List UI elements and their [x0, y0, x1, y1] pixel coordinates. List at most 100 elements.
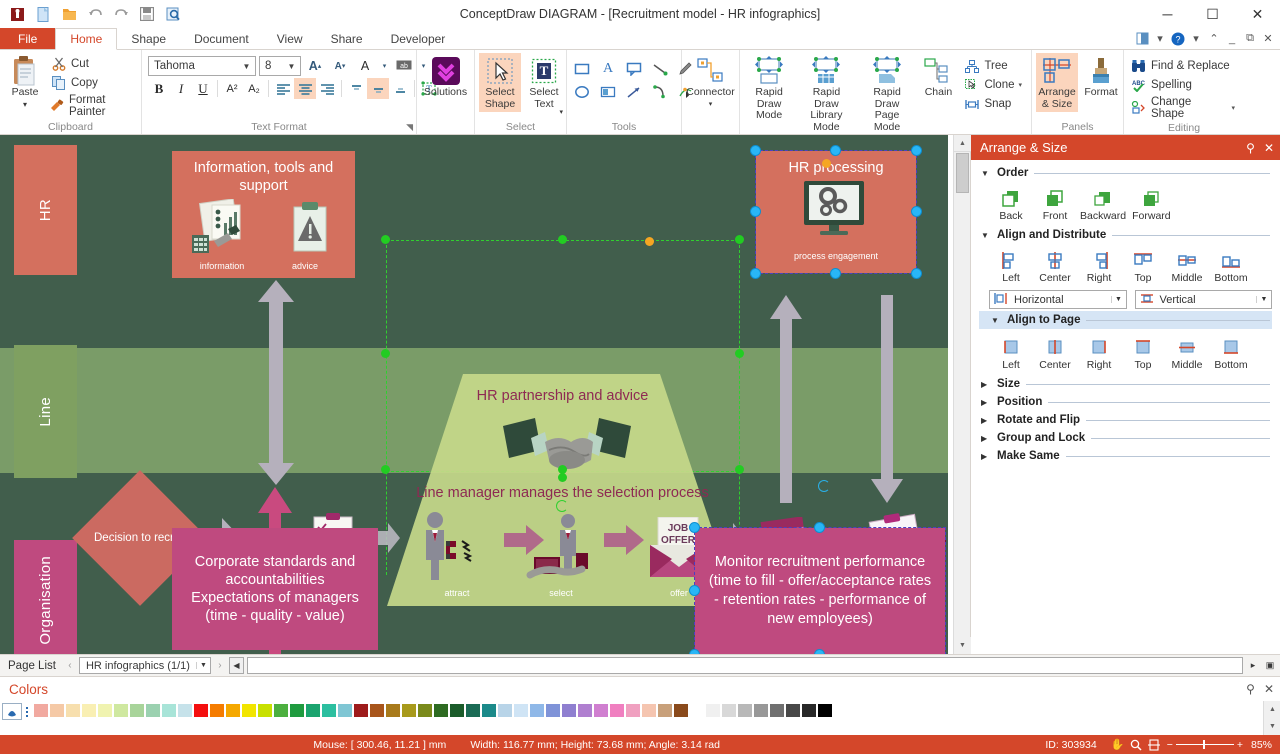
tab-home[interactable]: Home [55, 28, 118, 50]
rapid-draw-page-button[interactable]: Rapid Draw Page Mode [859, 53, 916, 135]
order-front-button[interactable]: Front [1033, 186, 1077, 224]
tree-button[interactable]: Tree [961, 57, 1027, 75]
align-right-button[interactable]: Right [1077, 248, 1121, 286]
zoom-out-button[interactable]: − [1167, 739, 1176, 751]
section-align-distribute[interactable]: ▼ Align and Distribute [979, 226, 1272, 244]
color-swatch[interactable] [417, 703, 433, 718]
page-overview-icon[interactable]: ▣ [1263, 657, 1277, 674]
selection-handle[interactable] [689, 522, 700, 533]
preview-icon[interactable] [162, 3, 184, 25]
section-make-same[interactable]: ▶ Make Same [979, 447, 1272, 465]
color-swatch[interactable] [33, 703, 49, 718]
colors-scroll-up-button[interactable]: ▲ [1264, 701, 1280, 718]
selection-handle[interactable] [814, 649, 825, 654]
color-swatch[interactable] [545, 703, 561, 718]
page-tab-strip[interactable] [246, 657, 1243, 674]
rotation-control-icon[interactable] [556, 500, 568, 512]
snap-button[interactable]: Snap [961, 95, 1027, 113]
order-backward-button[interactable]: Backward [1077, 186, 1129, 224]
callout-tool-icon[interactable] [623, 59, 645, 79]
shape-handle[interactable] [558, 235, 567, 244]
section-rotate-flip[interactable]: ▶ Rotate and Flip [979, 411, 1272, 429]
minimize-button[interactable]: ─ [1145, 0, 1190, 28]
paste-button[interactable]: Paste ▾ [4, 53, 46, 112]
color-swatch[interactable] [337, 703, 353, 718]
shape-handle[interactable] [381, 235, 390, 244]
open-folder-icon[interactable] [58, 3, 80, 25]
color-swatch[interactable] [177, 703, 193, 718]
text-tool-icon[interactable]: A [597, 59, 619, 79]
redo-icon[interactable] [110, 3, 132, 25]
zoom-icon[interactable] [1127, 739, 1145, 751]
color-swatch[interactable] [609, 703, 625, 718]
ribbon-collapse-icon[interactable]: ⌃ [1206, 30, 1222, 48]
format-panel-button[interactable]: Format [1080, 53, 1122, 101]
color-swatch[interactable] [129, 703, 145, 718]
page-align-left-button[interactable]: Left [989, 335, 1033, 373]
selection-handle[interactable] [750, 268, 761, 279]
color-swatch[interactable] [385, 703, 401, 718]
color-swatch[interactable] [113, 703, 129, 718]
copy-button[interactable]: Copy [48, 74, 137, 92]
scroll-up-button[interactable]: ▲ [954, 135, 971, 152]
color-swatch[interactable] [577, 703, 593, 718]
chevron-down-icon[interactable]: ▼ [1256, 296, 1271, 303]
close-button[interactable]: ✕ [1235, 0, 1280, 28]
chevron-down-icon[interactable]: ▾ [1231, 104, 1235, 112]
align-top-button[interactable] [345, 78, 367, 99]
color-swatch[interactable] [97, 703, 113, 718]
align-top-button[interactable]: Top [1121, 248, 1165, 286]
text-format-dialog-launcher[interactable]: ◥ [406, 122, 413, 133]
color-swatch[interactable] [817, 703, 833, 718]
page-align-middle-button[interactable]: Middle [1165, 335, 1209, 373]
page-next-button[interactable]: › [214, 660, 226, 671]
page-select-combo[interactable]: HR infographics (1/1) ▼ [78, 657, 211, 674]
colors-close-icon[interactable]: ✕ [1264, 682, 1274, 696]
chain-button[interactable]: Chain [917, 53, 959, 101]
color-swatch[interactable] [321, 703, 337, 718]
align-right-button[interactable] [316, 78, 338, 99]
tab-document[interactable]: Document [180, 28, 263, 49]
chevron-down-icon[interactable]: ▼ [240, 62, 253, 71]
color-swatch[interactable] [705, 703, 721, 718]
align-center-button[interactable]: Center [1033, 248, 1077, 286]
color-swatch[interactable] [481, 703, 497, 718]
rotation-control-icon[interactable] [818, 480, 830, 492]
color-swatch[interactable] [673, 703, 689, 718]
color-swatch[interactable] [145, 703, 161, 718]
selection-handle[interactable] [911, 145, 922, 156]
color-swatch[interactable] [289, 703, 305, 718]
find-replace-button[interactable]: Find & Replace [1128, 57, 1240, 75]
color-swatch[interactable] [769, 703, 785, 718]
chevron-down-icon[interactable]: ▾ [1188, 30, 1204, 48]
color-swatch[interactable] [81, 703, 97, 718]
align-left-button[interactable] [272, 78, 294, 99]
rectangle-tool-icon[interactable] [571, 59, 593, 79]
panel-close-icon[interactable]: ✕ [1264, 141, 1274, 155]
page-align-bottom-button[interactable]: Bottom [1209, 335, 1253, 373]
color-swatch-grid[interactable] [33, 703, 963, 718]
color-swatch[interactable] [305, 703, 321, 718]
chevron-down-icon[interactable]: ▼ [195, 662, 210, 669]
selection-handle[interactable] [814, 522, 825, 533]
color-swatch[interactable] [801, 703, 817, 718]
fit-icon[interactable] [1145, 738, 1163, 751]
align-left-button[interactable]: Left [989, 248, 1033, 286]
color-swatch[interactable] [593, 703, 609, 718]
selection-handle[interactable] [911, 268, 922, 279]
change-shape-button[interactable]: Change Shape ▾ [1128, 95, 1240, 121]
tab-developer[interactable]: Developer [377, 28, 460, 49]
shape-control-handle[interactable] [645, 237, 654, 246]
tab-shape[interactable]: Shape [117, 28, 180, 49]
select-text-button[interactable]: T Select Text [523, 53, 565, 112]
color-swatch[interactable] [225, 703, 241, 718]
paste-dropdown-arrow[interactable]: ▾ [23, 99, 27, 111]
colors-pin-icon[interactable]: ⚲ [1246, 682, 1255, 696]
color-menu-icon[interactable] [23, 703, 30, 720]
tab-view[interactable]: View [263, 28, 317, 49]
chevron-down-icon[interactable]: ▾ [379, 56, 390, 76]
section-order[interactable]: ▼ Order [979, 164, 1272, 182]
diagram-canvas[interactable]: HR Line Organisation Information, tools … [0, 135, 948, 654]
align-bottom-button[interactable] [389, 78, 411, 99]
select-shape-button[interactable]: Select Shape ▾ [479, 53, 563, 116]
